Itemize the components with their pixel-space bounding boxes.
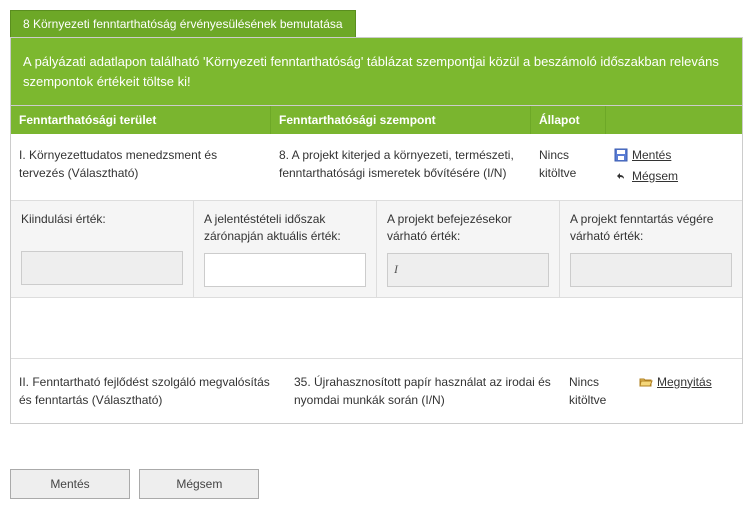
row2-actions: Megnyitás bbox=[631, 369, 742, 413]
field-end-input[interactable] bbox=[387, 253, 549, 287]
row-open-link[interactable]: Megnyitás bbox=[657, 373, 712, 391]
field-end: A projekt befejezésekor várható érték: bbox=[377, 201, 560, 297]
cancel-button[interactable]: Mégsem bbox=[139, 469, 259, 499]
row1-area: I. Környezettudatos menedzsment és terve… bbox=[11, 142, 271, 192]
save-button[interactable]: Mentés bbox=[10, 469, 130, 499]
spacer bbox=[11, 298, 742, 358]
table-row: II. Fenntartható fejlődést szolgáló megv… bbox=[11, 358, 742, 423]
section-tab[interactable]: 8 Környezeti fenntarthatóság érvényesülé… bbox=[10, 10, 356, 37]
folder-open-icon bbox=[639, 375, 653, 389]
main-panel: A pályázati adatlapon található 'Környez… bbox=[10, 37, 743, 424]
field-end-label: A projekt befejezésekor várható érték: bbox=[387, 211, 549, 245]
row1-actions: Mentés Mégsem bbox=[606, 142, 742, 192]
field-maintain-label: A projekt fenntartás végére várható érté… bbox=[570, 211, 732, 245]
row1-status: Nincs kitöltve bbox=[531, 142, 606, 192]
header-status: Állapot bbox=[531, 106, 606, 134]
instruction-banner: A pályázati adatlapon található 'Környez… bbox=[11, 38, 742, 106]
row1-aspect: 8. A projekt kiterjed a környezeti, term… bbox=[271, 142, 531, 192]
edit-fields: Kiindulási érték: A jelentéstételi idősz… bbox=[11, 200, 742, 298]
save-icon bbox=[614, 148, 628, 162]
field-initial: Kiindulási érték: bbox=[11, 201, 194, 297]
tab-header: 8 Környezeti fenntarthatóság érvényesülé… bbox=[10, 10, 743, 37]
header-area: Fenntarthatósági terület bbox=[11, 106, 271, 134]
row-cancel-link[interactable]: Mégsem bbox=[632, 167, 678, 185]
header-aspect: Fenntarthatósági szempont bbox=[271, 106, 531, 134]
field-initial-label: Kiindulási érték: bbox=[21, 211, 183, 243]
button-bar: Mentés Mégsem bbox=[10, 469, 743, 499]
field-current: A jelentéstételi időszak zárónapján aktu… bbox=[194, 201, 377, 297]
field-current-label: A jelentéstételi időszak zárónapján aktu… bbox=[204, 211, 366, 245]
field-maintain-input[interactable] bbox=[570, 253, 732, 287]
row2-aspect: 35. Újrahasznosított papír használat az … bbox=[286, 369, 561, 413]
field-current-input[interactable] bbox=[204, 253, 366, 287]
field-initial-input[interactable] bbox=[21, 251, 183, 285]
header-actions bbox=[606, 106, 742, 134]
table-header: Fenntarthatósági terület Fenntarthatóság… bbox=[11, 106, 742, 134]
row-save-link[interactable]: Mentés bbox=[632, 146, 671, 164]
row2-area: II. Fenntartható fejlődést szolgáló megv… bbox=[11, 369, 286, 413]
undo-icon bbox=[614, 169, 628, 183]
field-maintain: A projekt fenntartás végére várható érté… bbox=[560, 201, 742, 297]
table-row: I. Környezettudatos menedzsment és terve… bbox=[11, 134, 742, 200]
row2-status: Nincs kitöltve bbox=[561, 369, 631, 413]
